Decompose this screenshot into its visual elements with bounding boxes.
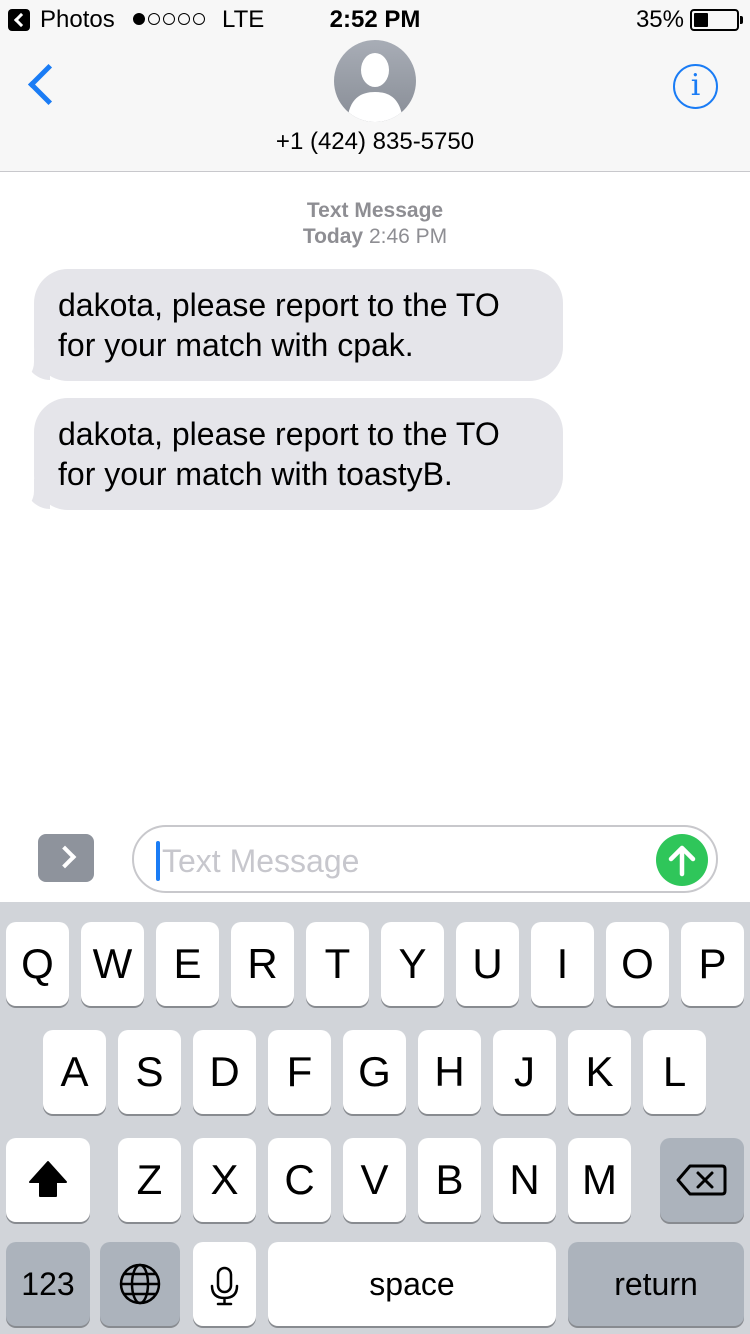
- shift-arrow-icon: [29, 1161, 67, 1197]
- message-input[interactable]: Text Message: [132, 825, 718, 893]
- keyboard: Q W E R T Y U I O P A S D F G H J K L Z …: [0, 902, 750, 1334]
- delete-key[interactable]: [660, 1138, 744, 1222]
- key-v[interactable]: V: [343, 1138, 406, 1222]
- key-e[interactable]: E: [156, 922, 219, 1006]
- key-s[interactable]: S: [118, 1030, 181, 1114]
- key-c[interactable]: C: [268, 1138, 331, 1222]
- battery-percent: 35%: [635, 6, 684, 33]
- status-bar: Photos LTE 2:52 PM 35%: [0, 0, 750, 40]
- chevron-left-icon[interactable]: [22, 62, 62, 112]
- key-d[interactable]: D: [193, 1030, 256, 1114]
- thread-header: Text Message Today 2:46 PM: [0, 198, 750, 250]
- bubble-tail: [16, 350, 50, 380]
- key-w[interactable]: W: [81, 922, 144, 1006]
- key-h[interactable]: H: [418, 1030, 481, 1114]
- key-j[interactable]: J: [493, 1030, 556, 1114]
- numbers-key[interactable]: 123: [6, 1242, 90, 1326]
- key-f[interactable]: F: [268, 1030, 331, 1114]
- key-k[interactable]: K: [568, 1030, 631, 1114]
- key-a[interactable]: A: [43, 1030, 106, 1114]
- key-q[interactable]: Q: [6, 922, 69, 1006]
- backspace-icon: [676, 1164, 727, 1196]
- arrow-up-icon: [668, 845, 696, 877]
- globe-icon: [119, 1263, 161, 1305]
- key-g[interactable]: G: [343, 1030, 406, 1114]
- globe-key[interactable]: [100, 1242, 180, 1326]
- key-o[interactable]: O: [606, 922, 669, 1006]
- message-time: 2:46 PM: [368, 225, 448, 248]
- apps-expand-button[interactable]: [38, 834, 94, 882]
- incoming-message-bubble[interactable]: dakota, please report to the TO for your…: [34, 398, 563, 510]
- key-x[interactable]: X: [193, 1138, 256, 1222]
- bubble-tail: [16, 479, 50, 509]
- key-y[interactable]: Y: [381, 922, 444, 1006]
- key-r[interactable]: R: [231, 922, 294, 1006]
- key-m[interactable]: M: [568, 1138, 631, 1222]
- conversation-header: i +1 (424) 835-5750: [0, 40, 750, 172]
- person-icon: [347, 53, 403, 122]
- key-u[interactable]: U: [456, 922, 519, 1006]
- key-n[interactable]: N: [493, 1138, 556, 1222]
- return-key[interactable]: return: [568, 1242, 744, 1326]
- key-l[interactable]: L: [643, 1030, 706, 1114]
- send-button[interactable]: [656, 834, 708, 886]
- service-label: Text Message: [306, 199, 444, 222]
- incoming-message-bubble[interactable]: dakota, please report to the TO for your…: [34, 269, 563, 381]
- avatar[interactable]: [334, 40, 416, 122]
- message-input-placeholder: Text Message: [162, 843, 360, 879]
- contact-name[interactable]: +1 (424) 835-5750: [0, 128, 750, 156]
- text-caret: [156, 841, 160, 881]
- key-p[interactable]: P: [681, 922, 744, 1006]
- key-b[interactable]: B: [418, 1138, 481, 1222]
- dictation-key[interactable]: [193, 1242, 256, 1326]
- battery-icon: [690, 9, 743, 31]
- key-z[interactable]: Z: [118, 1138, 181, 1222]
- message-day: Today: [302, 225, 364, 248]
- microphone-icon: [210, 1266, 239, 1306]
- space-key[interactable]: space: [268, 1242, 556, 1326]
- shift-key[interactable]: [6, 1138, 90, 1222]
- key-t[interactable]: T: [306, 922, 369, 1006]
- key-i[interactable]: I: [531, 922, 594, 1006]
- info-icon[interactable]: i: [673, 64, 718, 109]
